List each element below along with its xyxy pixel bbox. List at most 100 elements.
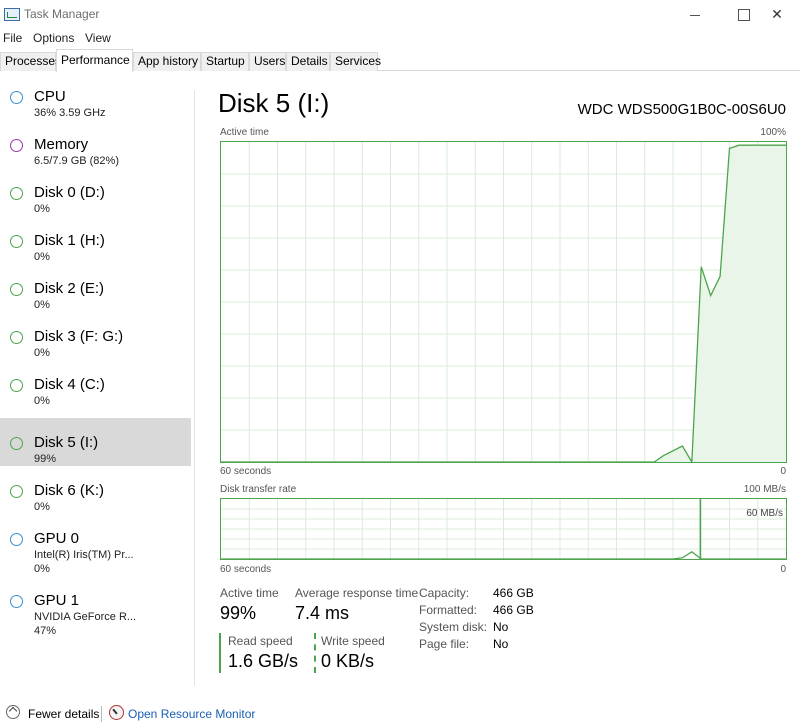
active-time-label: Active time bbox=[220, 127, 269, 138]
sidebar-item-sub: 36% 3.59 GHz bbox=[34, 107, 106, 119]
task-manager-icon bbox=[4, 8, 20, 21]
sidebar-item-usage: 47% bbox=[34, 625, 57, 637]
sidebar-item-name: Disk 6 (K:) bbox=[34, 482, 105, 499]
active-time-graph bbox=[220, 141, 787, 463]
active-time-max-label: 100% bbox=[760, 127, 786, 138]
formatted-value: 466 GB bbox=[493, 603, 534, 617]
sidebar-item-usage: 0% bbox=[34, 563, 50, 575]
sidebar-item-name: Disk 0 (D:) bbox=[34, 184, 105, 201]
system-disk-label: System disk: bbox=[419, 620, 488, 634]
sidebar-item-sub: NVIDIA GeForce R... bbox=[34, 611, 137, 623]
active-time-x-right-label: 0 bbox=[780, 466, 786, 477]
footer: Fewer details Open Resource Monitor bbox=[0, 700, 800, 727]
avg-response-value: 7.4 ms bbox=[295, 603, 350, 623]
sidebar-item-sub: 0% bbox=[34, 501, 50, 513]
sidebar-item-sub: 0% bbox=[34, 203, 50, 215]
page-title: Disk 5 (I:) bbox=[218, 88, 330, 118]
transfer-x-left-label: 60 seconds bbox=[220, 564, 272, 575]
sidebar-item-sub: 0% bbox=[34, 299, 50, 311]
sidebar-item-gpu-0[interactable]: GPU 0 Intel(R) Iris(TM) Pr... 0% bbox=[0, 514, 191, 576]
resource-sidebar: CPU 36% 3.59 GHz Memory 6.5/7.9 GB (82%)… bbox=[0, 72, 195, 688]
fewer-details-link[interactable]: Fewer details bbox=[28, 707, 99, 721]
sidebar-item-gpu-1[interactable]: GPU 1 NVIDIA GeForce R... 47% bbox=[0, 576, 191, 638]
sidebar-item-name: GPU 1 bbox=[34, 592, 80, 609]
write-speed-value: 0 KB/s bbox=[321, 651, 375, 671]
disk-indicator-icon bbox=[10, 379, 23, 392]
sidebar-item-memory[interactable]: Memory 6.5/7.9 GB (82%) bbox=[0, 120, 191, 168]
disk-model: WDC WDS500G1B0C-00S6U0 bbox=[577, 101, 786, 118]
tab-startup[interactable]: Startup bbox=[201, 52, 249, 71]
disk-indicator-icon bbox=[10, 283, 23, 296]
sidebar-item-disk-3[interactable]: Disk 3 (F: G:) 0% bbox=[0, 312, 191, 360]
close-button[interactable]: ✕ bbox=[754, 0, 800, 30]
formatted-label: Formatted: bbox=[419, 603, 478, 617]
sidebar-item-sub: 0% bbox=[34, 251, 50, 263]
sidebar-item-disk-5[interactable]: Disk 5 (I:) 99% bbox=[0, 418, 191, 466]
sidebar-item-name: GPU 0 bbox=[34, 530, 80, 547]
sidebar-item-sub: 6.5/7.9 GB (82%) bbox=[34, 155, 119, 167]
sidebar-item-name: Memory bbox=[34, 136, 89, 153]
sidebar-item-sub: 0% bbox=[34, 347, 50, 359]
transfer-rate-mid-label: 60 MB/s bbox=[746, 508, 783, 519]
minimize-button[interactable] bbox=[672, 0, 718, 30]
cpu-indicator-icon bbox=[10, 91, 23, 104]
sidebar-item-sub: Intel(R) Iris(TM) Pr... bbox=[34, 549, 134, 561]
sidebar-item-disk-0[interactable]: Disk 0 (D:) 0% bbox=[0, 168, 191, 216]
footer-separator bbox=[101, 706, 102, 722]
read-speed-value: 1.6 GB/s bbox=[228, 651, 299, 671]
avg-response-label: Average response time bbox=[295, 586, 419, 600]
sidebar-item-sub: 0% bbox=[34, 395, 50, 407]
disk-indicator-icon bbox=[10, 331, 23, 344]
sidebar-divider[interactable] bbox=[194, 90, 195, 686]
capacity-value: 466 GB bbox=[493, 586, 534, 600]
system-disk-value: No bbox=[493, 620, 509, 634]
sidebar-item-name: Disk 3 (F: G:) bbox=[34, 328, 124, 345]
active-time-stat-label: Active time bbox=[220, 586, 279, 600]
sidebar-item-sub: 99% bbox=[34, 453, 57, 465]
sidebar-item-disk-4[interactable]: Disk 4 (C:) 0% bbox=[0, 360, 191, 408]
sidebar-item-disk-6[interactable]: Disk 6 (K:) 0% bbox=[0, 466, 191, 514]
write-speed-bar bbox=[314, 633, 316, 673]
title-bar: Task Manager ✕ bbox=[0, 0, 800, 30]
sidebar-item-name: CPU bbox=[34, 88, 66, 105]
transfer-x-right-label: 0 bbox=[780, 564, 786, 575]
sidebar-item-name: Disk 2 (E:) bbox=[34, 280, 105, 297]
disk-indicator-icon bbox=[10, 187, 23, 200]
tab-processes[interactable]: Processes bbox=[0, 52, 61, 71]
sidebar-item-name: Disk 5 (I:) bbox=[34, 434, 99, 451]
transfer-rate-label: Disk transfer rate bbox=[220, 484, 297, 495]
menu-file[interactable]: File bbox=[3, 31, 22, 45]
window-title: Task Manager bbox=[24, 7, 100, 21]
tab-performance[interactable]: Performance bbox=[56, 49, 133, 72]
tab-bar: Processes Performance App history Startu… bbox=[0, 49, 800, 72]
open-resource-monitor-link[interactable]: Open Resource Monitor bbox=[128, 707, 255, 721]
sidebar-item-disk-1[interactable]: Disk 1 (H:) 0% bbox=[0, 216, 191, 264]
menu-options[interactable]: Options bbox=[33, 31, 74, 45]
sidebar-item-name: Disk 4 (C:) bbox=[34, 376, 105, 393]
menu-view[interactable]: View bbox=[85, 31, 111, 45]
tab-details[interactable]: Details bbox=[286, 52, 330, 71]
page-file-value: No bbox=[493, 637, 509, 651]
disk-indicator-icon bbox=[10, 485, 23, 498]
gpu-indicator-icon bbox=[10, 533, 23, 546]
resource-monitor-icon[interactable] bbox=[109, 705, 124, 720]
capacity-label: Capacity: bbox=[419, 586, 470, 600]
menu-bar: File Options View bbox=[0, 30, 800, 48]
disk-indicator-icon bbox=[10, 235, 23, 248]
sidebar-item-cpu[interactable]: CPU 36% 3.59 GHz bbox=[0, 72, 191, 120]
read-speed-label: Read speed bbox=[228, 634, 293, 648]
sidebar-item-disk-2[interactable]: Disk 2 (E:) 0% bbox=[0, 264, 191, 312]
tab-app-history[interactable]: App history bbox=[133, 52, 201, 71]
active-time-stat-value: 99% bbox=[220, 603, 257, 623]
chevron-up-icon[interactable] bbox=[6, 705, 20, 719]
write-speed-label: Write speed bbox=[321, 634, 385, 648]
read-speed-bar bbox=[219, 633, 221, 673]
tab-services[interactable]: Services bbox=[330, 52, 381, 71]
tab-users[interactable]: Users bbox=[249, 52, 286, 71]
page-file-label: Page file: bbox=[419, 637, 470, 651]
gpu-indicator-icon bbox=[10, 595, 23, 608]
disk-indicator-icon bbox=[10, 437, 23, 450]
memory-indicator-icon bbox=[10, 139, 23, 152]
transfer-rate-graph: 60 MB/s bbox=[220, 498, 787, 560]
sidebar-item-name: Disk 1 (H:) bbox=[34, 232, 105, 249]
